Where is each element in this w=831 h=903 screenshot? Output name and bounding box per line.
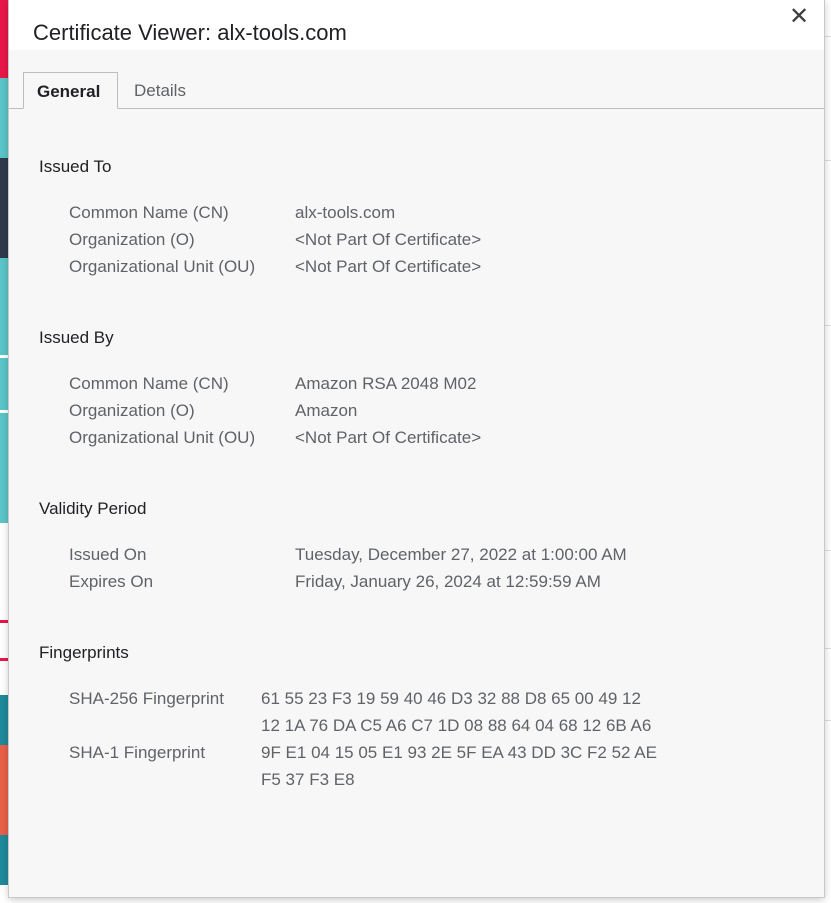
background-pink-line xyxy=(0,658,9,661)
tab-general[interactable]: General xyxy=(23,72,118,109)
issued-to-o-value: <Not Part Of Certificate> xyxy=(295,230,482,249)
tab-details[interactable]: Details xyxy=(121,72,199,109)
sha1-value-line1: 9F E1 04 15 05 E1 93 2E 5F EA 43 DD 3C F… xyxy=(261,743,657,762)
background-page-left-edge xyxy=(0,0,9,903)
background-line xyxy=(824,648,831,649)
background-teal-block xyxy=(0,258,9,523)
issued-by-ou-value: <Not Part Of Certificate> xyxy=(295,428,482,447)
background-pink-line xyxy=(0,620,9,623)
background-page-right-edge xyxy=(824,0,831,903)
background-teal-block xyxy=(0,78,9,158)
sha256-value-line1: 61 55 23 F3 19 59 40 46 D3 32 88 D8 65 0… xyxy=(261,689,641,708)
issued-by-ou-label: Organizational Unit (OU) xyxy=(69,428,256,447)
background-divider xyxy=(0,355,9,358)
background-line xyxy=(824,160,831,161)
issued-by-heading: Issued By xyxy=(39,328,114,347)
background-dark-block xyxy=(0,158,9,258)
dialog-title: Certificate Viewer: alx-tools.com xyxy=(33,20,347,45)
issued-to-cn-label: Common Name (CN) xyxy=(69,203,229,222)
issued-by-cn-value: Amazon RSA 2048 M02 xyxy=(295,374,477,393)
sha256-value-line2: 12 1A 76 DA C5 A6 C7 1D 08 88 64 04 68 1… xyxy=(261,716,652,735)
issued-to-cn-value: alx-tools.com xyxy=(295,203,396,222)
issued-on-label: Issued On xyxy=(69,545,147,564)
certificate-viewer-dialog: Certificate Viewer: alx-tools.com ✕ Gene… xyxy=(9,0,824,897)
background-line xyxy=(824,550,831,551)
dialog-titlebar: Certificate Viewer: alx-tools.com ✕ xyxy=(9,0,824,50)
fingerprints-heading: Fingerprints xyxy=(39,643,129,662)
issued-to-ou-value: <Not Part Of Certificate> xyxy=(295,257,482,276)
issued-to-heading: Issued To xyxy=(39,157,112,176)
issued-to-o-label: Organization (O) xyxy=(69,230,195,249)
close-icon[interactable]: ✕ xyxy=(785,2,813,30)
background-line xyxy=(824,325,831,326)
sha256-label: SHA-256 Fingerprint xyxy=(69,689,224,708)
validity-heading: Validity Period xyxy=(39,499,147,518)
sha1-label: SHA-1 Fingerprint xyxy=(69,743,206,762)
issued-on-value: Tuesday, December 27, 2022 at 1:00:00 AM xyxy=(295,545,627,564)
issued-by-o-label: Organization (O) xyxy=(69,401,195,420)
background-pink-block xyxy=(0,0,9,78)
issued-to-ou-label: Organizational Unit (OU) xyxy=(69,257,256,276)
background-line xyxy=(824,720,831,721)
sha1-value-line2: F5 37 F3 E8 xyxy=(261,770,355,789)
background-line xyxy=(824,36,831,37)
issued-by-cn-label: Common Name (CN) xyxy=(69,374,229,393)
issued-by-o-value: Amazon xyxy=(295,401,358,420)
expires-on-label: Expires On xyxy=(69,572,154,591)
background-divider xyxy=(0,410,9,413)
expires-on-value: Friday, January 26, 2024 at 12:59:59 AM xyxy=(295,572,601,591)
background-orange-block xyxy=(0,745,9,835)
